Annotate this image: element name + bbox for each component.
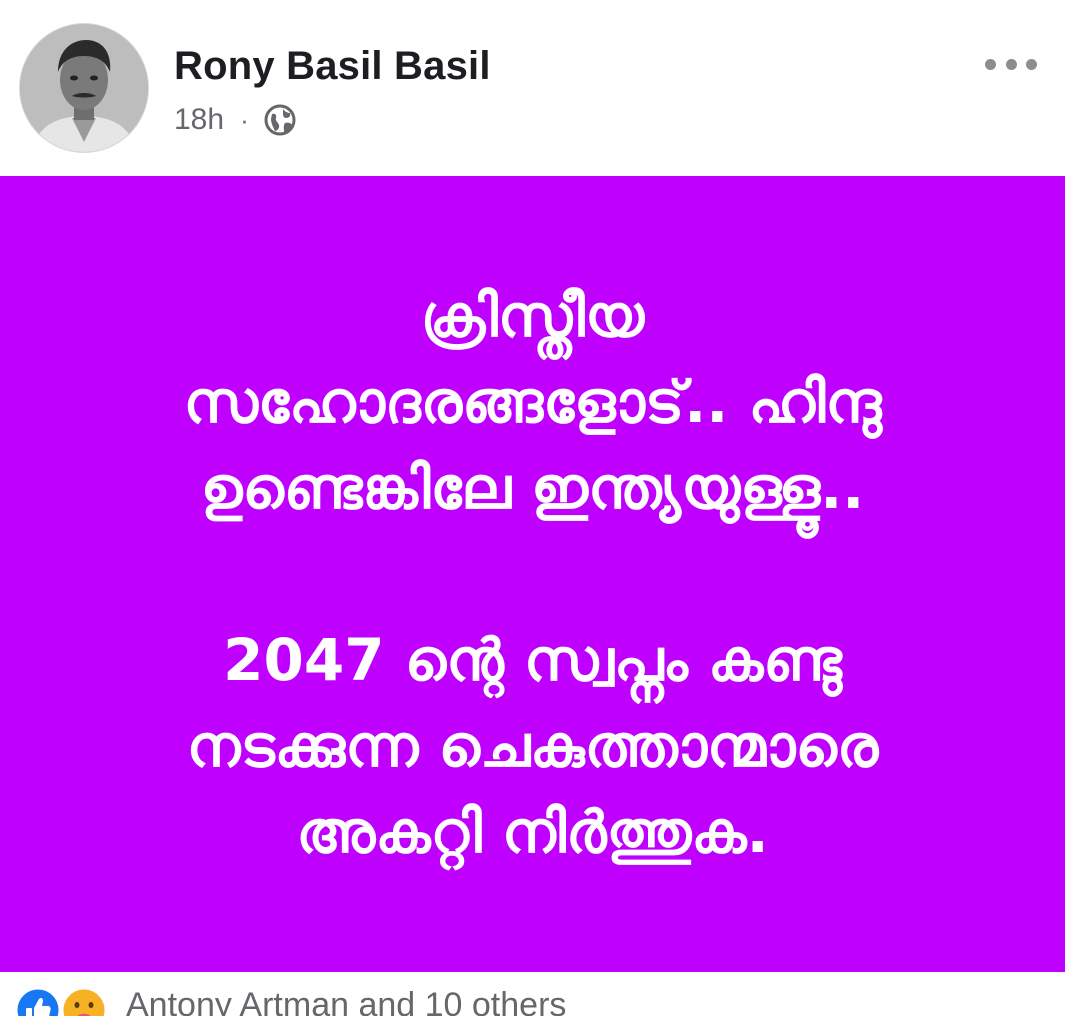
avatar-photo bbox=[20, 24, 148, 152]
card-text-line: ഉണ്ടെങ്കിലേ ഇന്ത്യയുള്ളൂ.. bbox=[200, 454, 865, 522]
card-paragraph: 2047 ന്റെ സ്വപ്നം കണ്ടു നടക്കുന്ന ചെകുത്ത… bbox=[40, 617, 1025, 875]
card-paragraph: ക്രിസ്തീയ സഹോദരങ്ങളോട്.. ഹിന്ദു ഉണ്ടെങ്കില… bbox=[40, 273, 1025, 531]
card-text-line: ക്രിസ്തീയ bbox=[420, 282, 645, 350]
facebook-post: Rony Basil Basil 18h · ക്രിസ്തീയ സഹോദരങ്ങ… bbox=[0, 0, 1065, 1016]
card-text-line: അകറ്റി നിർത്തുക. bbox=[296, 798, 769, 866]
card-text-line: 2047 ന്റെ സ്വപ്നം കണ്ടു bbox=[223, 626, 842, 694]
more-options-icon bbox=[985, 58, 996, 70]
post-text-card[interactable]: ക്രിസ്തീയ സഹോദരങ്ങളോട്.. ഹിന്ദു ഉണ്ടെങ്കില… bbox=[0, 176, 1065, 972]
reaction-summary[interactable]: Antony Artman and 10 others bbox=[126, 986, 566, 1016]
care-icon bbox=[60, 986, 108, 1016]
card-text-line: നടക്കുന്ന ചെകുത്താന്മാരെ bbox=[186, 712, 879, 780]
post-meta: 18h · bbox=[174, 100, 297, 140]
author-name[interactable]: Rony Basil Basil bbox=[174, 44, 491, 89]
more-options-button[interactable] bbox=[985, 52, 1037, 76]
reactions-bar[interactable]: Antony Artman and 10 others bbox=[0, 972, 1065, 1016]
globe-icon[interactable] bbox=[263, 103, 297, 137]
post-header: Rony Basil Basil 18h · bbox=[0, 0, 1065, 176]
avatar[interactable] bbox=[20, 24, 148, 152]
reaction-icons bbox=[14, 986, 118, 1016]
meta-separator: · bbox=[240, 104, 249, 135]
card-text-line: സഹോദരങ്ങളോട്.. ഹിന്ദു bbox=[183, 368, 882, 436]
like-icon bbox=[14, 986, 62, 1016]
post-timestamp[interactable]: 18h bbox=[174, 103, 224, 137]
